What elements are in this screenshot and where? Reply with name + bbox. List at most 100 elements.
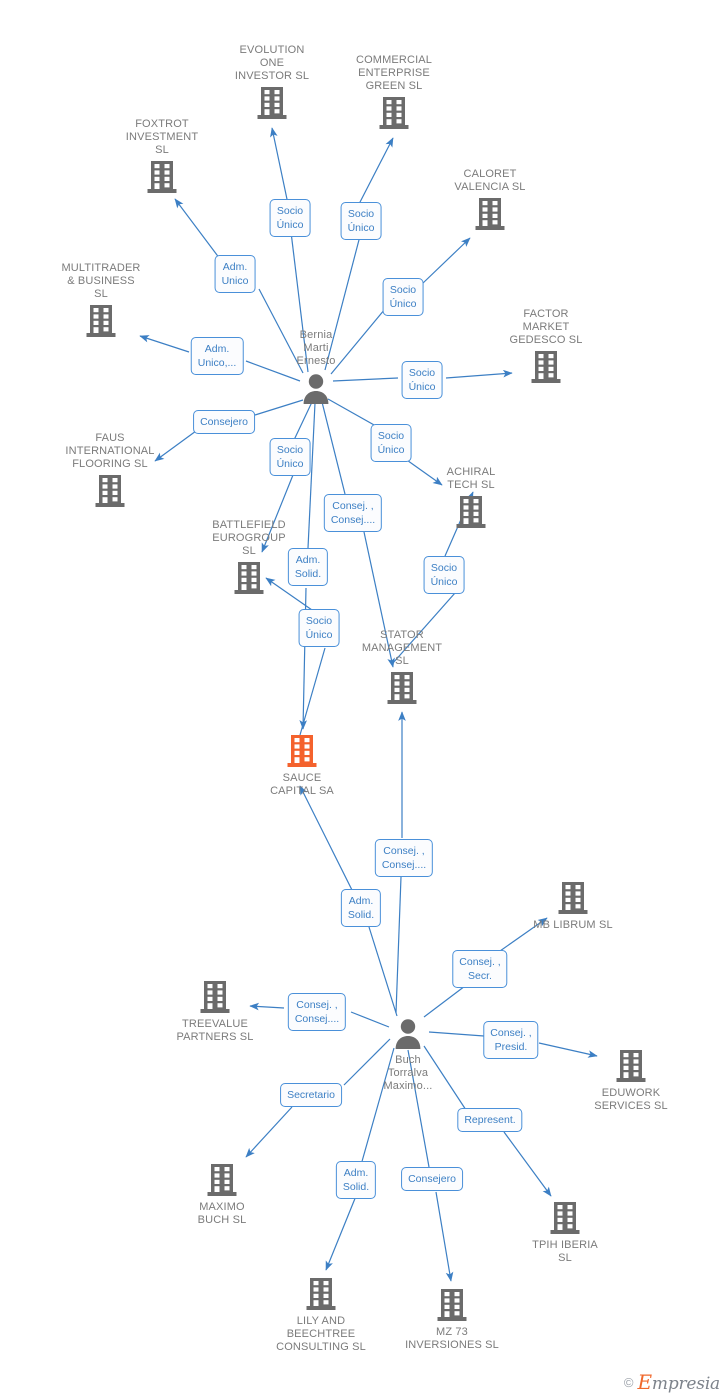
copyright-symbol: © [623, 1374, 634, 1390]
relation-label-r11[interactable]: Adm. Solid. [287, 548, 329, 586]
building-icon [386, 670, 418, 706]
relation-label-r1[interactable]: Socio Único [269, 199, 311, 237]
building-icon [256, 85, 288, 121]
company-node-mz73[interactable]: MZ 73 INVERSIONES SL [392, 1287, 512, 1352]
building-icon [146, 159, 178, 195]
building-icon [305, 1276, 337, 1312]
company-node-stator[interactable]: STATOR MANAGEMENT SL [342, 629, 462, 706]
node-label: MZ 73 INVERSIONES SL [405, 1326, 499, 1351]
node-label: TPIH IBERIA SL [532, 1239, 598, 1264]
company-node-treevalue[interactable]: TREEVALUE PARTNERS SL [155, 979, 275, 1044]
edge-e38 [245, 1106, 293, 1158]
node-label: EVOLUTION ONE INVESTOR SL [234, 44, 310, 82]
node-label: MULTITRADER & BUSINESS SL [61, 262, 141, 300]
node-label: Bernia Marti Ernesto [296, 329, 336, 367]
edge-e19 [321, 401, 346, 495]
relation-label-r3[interactable]: Adm. Unico [214, 255, 256, 293]
person-icon [300, 370, 332, 406]
node-label: FAUS INTERNATIONAL FLOORING SL [65, 432, 155, 470]
relation-label-r16[interactable]: Consej. , Secr. [452, 950, 508, 988]
relation-label-r20[interactable]: Represent. [457, 1108, 523, 1132]
relation-label-r5[interactable]: Adm. Unico,... [190, 337, 244, 375]
node-label: SAUCE CAPITAL SA [270, 772, 334, 797]
company-node-faus[interactable]: FAUS INTERNATIONAL FLOORING SL [50, 432, 170, 509]
company-node-mblibrum[interactable]: MB LIBRUM SL [513, 880, 633, 932]
node-label: FOXTROT INVESTMENT SL [125, 118, 199, 156]
edge-e2 [270, 127, 289, 205]
edge-e4 [357, 137, 394, 207]
relation-label-r8[interactable]: Socio Único [370, 424, 412, 462]
brand-initial: E [637, 1370, 653, 1394]
company-node-factor[interactable]: FACTOR MARKET GEDESCO SL [486, 308, 606, 385]
node-label: Buch Torralva Maximo... [383, 1054, 433, 1092]
edge-e44 [435, 1191, 454, 1282]
edge-e30 [299, 785, 353, 891]
company-node-maximobuch[interactable]: MAXIMO BUCH SL [162, 1162, 282, 1227]
relation-label-r21[interactable]: Adm. Solid. [335, 1161, 377, 1199]
relation-label-r19[interactable]: Secretario [280, 1083, 342, 1107]
relation-label-r14[interactable]: Consej. , Consej.... [374, 839, 434, 877]
company-node-eduwork[interactable]: EDUWORK SERVICES SL [571, 1048, 691, 1113]
node-label: MAXIMO BUCH SL [197, 1201, 247, 1226]
building-icon [233, 560, 265, 596]
node-label: STATOR MANAGEMENT SL [361, 629, 443, 667]
company-node-sauce[interactable]: SAUCE CAPITAL SA [242, 733, 362, 798]
building-icon [206, 1162, 238, 1198]
relation-label-r9[interactable]: Socio Único [269, 438, 311, 476]
company-node-foxtrot[interactable]: FOXTROT INVESTMENT SL [102, 118, 222, 195]
company-node-evolution[interactable]: EVOLUTION ONE INVESTOR SL [212, 44, 332, 121]
relation-label-r13[interactable]: Socio Único [298, 609, 340, 647]
edge-e29 [368, 926, 398, 1017]
edge-e17 [293, 401, 313, 441]
company-node-multitrader[interactable]: MULTITRADER & BUSINESS SL [41, 262, 161, 339]
edge-e40 [503, 1131, 552, 1197]
company-node-caloret[interactable]: CALORET VALENCIA SL [430, 168, 550, 232]
edge-e31 [423, 985, 466, 1018]
relation-label-r22[interactable]: Consejero [401, 1167, 463, 1191]
relation-label-r10[interactable]: Consej. , Consej.... [323, 494, 383, 532]
edge-e6 [174, 198, 221, 260]
network-diagram: EVOLUTION ONE INVESTOR SL COMMERCIAL ENTE… [0, 0, 728, 1400]
building-icon [549, 1200, 581, 1236]
edge-e27 [395, 876, 402, 1014]
node-label: CALORET VALENCIA SL [454, 168, 526, 193]
edge-e42 [325, 1195, 357, 1271]
relation-label-r7[interactable]: Consejero [193, 410, 255, 434]
relation-label-r17[interactable]: Consej. , Consej.... [287, 993, 347, 1031]
node-label: EDUWORK SERVICES SL [594, 1087, 668, 1112]
node-label: BATTLEFIELD EUROGROUP SL [212, 519, 286, 557]
company-node-tpih[interactable]: TPIH IBERIA SL [505, 1200, 625, 1265]
node-label: COMMERCIAL ENTERPRISE GREEN SL [355, 54, 433, 92]
edge-e8 [421, 237, 471, 285]
person-icon [392, 1015, 424, 1051]
person-node-buch[interactable]: Buch Torralva Maximo... [348, 1015, 468, 1093]
relation-label-r15[interactable]: Adm. Solid. [340, 889, 382, 927]
edge-e21 [307, 402, 316, 549]
building-icon [378, 95, 410, 131]
building-icon [94, 473, 126, 509]
building-icon [530, 349, 562, 385]
relation-label-r6[interactable]: Socio Único [401, 361, 443, 399]
relation-label-r2[interactable]: Socio Único [340, 202, 382, 240]
brand-name: Empresia [638, 1370, 721, 1394]
building-icon [199, 979, 231, 1015]
node-label: ACHIRAL TECH SL [446, 466, 496, 491]
company-node-lily[interactable]: LILY AND BEECHTREE CONSULTING SL [261, 1276, 381, 1354]
building-icon [85, 303, 117, 339]
person-node-bernia[interactable]: Bernia Marti Ernesto [256, 329, 376, 406]
building-icon [436, 1287, 468, 1323]
building-icon [615, 1048, 647, 1084]
node-label: FACTOR MARKET GEDESCO SL [509, 308, 583, 346]
building-icon [474, 196, 506, 232]
node-label: LILY AND BEECHTREE CONSULTING SL [276, 1315, 366, 1353]
node-label: MB LIBRUM SL [533, 919, 613, 931]
empresia-watermark: © Empresia [624, 1370, 720, 1394]
relation-label-r12[interactable]: Socio Único [423, 556, 465, 594]
relation-label-r4[interactable]: Socio Único [382, 278, 424, 316]
brand-rest: mpresia [651, 1374, 720, 1394]
building-icon [286, 733, 318, 769]
node-label: TREEVALUE PARTNERS SL [176, 1018, 254, 1043]
company-node-commercial[interactable]: COMMERCIAL ENTERPRISE GREEN SL [334, 54, 454, 131]
relation-label-r18[interactable]: Consej. , Presid. [483, 1021, 539, 1059]
company-node-achiral[interactable]: ACHIRAL TECH SL [411, 466, 531, 530]
